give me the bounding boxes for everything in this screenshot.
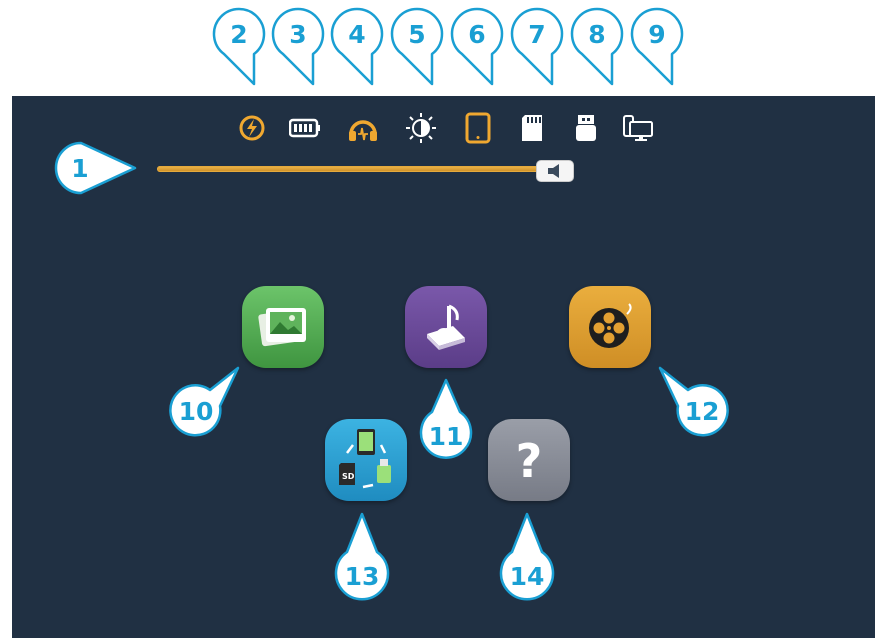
battery-icon bbox=[288, 112, 321, 144]
callout-3-number: 3 bbox=[289, 20, 307, 49]
callout-2: 2 bbox=[210, 4, 266, 86]
callout-3: 3 bbox=[269, 4, 325, 86]
help-app-button[interactable]: ? bbox=[488, 419, 570, 501]
help-icon: ? bbox=[516, 434, 543, 488]
callout-8: 8 bbox=[568, 4, 624, 86]
volume-slider-handle[interactable] bbox=[536, 160, 574, 182]
callout-13: 13 bbox=[332, 512, 392, 604]
film-reel-icon bbox=[589, 303, 632, 348]
file-transfer-icon: SD bbox=[339, 429, 391, 489]
callout-2-number: 2 bbox=[230, 20, 248, 49]
callout-7-number: 7 bbox=[528, 20, 546, 49]
callout-4-number: 4 bbox=[348, 20, 366, 49]
callout-14: 14 bbox=[497, 512, 557, 604]
callout-1: 1 bbox=[51, 141, 151, 196]
video-player-app-button[interactable] bbox=[569, 286, 651, 368]
callout-11-number: 11 bbox=[428, 422, 464, 451]
music-library-app-button[interactable] bbox=[405, 286, 487, 368]
callout-13-number: 13 bbox=[344, 562, 380, 591]
callout-1-number: 1 bbox=[71, 154, 89, 183]
callout-7: 7 bbox=[508, 4, 564, 86]
callout-14-number: 14 bbox=[509, 562, 545, 591]
volume-slider-track[interactable] bbox=[157, 166, 571, 172]
callout-9-number: 9 bbox=[648, 20, 666, 49]
speaker-icon bbox=[548, 164, 559, 178]
callout-8-number: 8 bbox=[588, 20, 606, 49]
callout-10: 10 bbox=[166, 366, 246, 438]
callout-9: 9 bbox=[628, 4, 684, 86]
sd-card-icon bbox=[516, 112, 548, 144]
charging-icon bbox=[236, 112, 268, 144]
file-transfer-app-button[interactable]: SD bbox=[325, 419, 407, 501]
svg-text:?: ? bbox=[516, 434, 543, 488]
photo-gallery-app-button[interactable] bbox=[242, 286, 324, 368]
callout-4: 4 bbox=[328, 4, 384, 86]
callout-5-number: 5 bbox=[408, 20, 426, 49]
brightness-icon bbox=[405, 112, 437, 144]
headphones-icon bbox=[347, 112, 379, 144]
callout-10-number: 10 bbox=[178, 397, 214, 426]
callout-6: 6 bbox=[448, 4, 504, 86]
usb-drive-icon bbox=[570, 112, 602, 144]
display-output-icon bbox=[622, 112, 654, 144]
callout-11: 11 bbox=[418, 378, 474, 464]
callout-12-number: 12 bbox=[684, 397, 720, 426]
svg-text:SD: SD bbox=[342, 472, 355, 481]
callout-6-number: 6 bbox=[468, 20, 486, 49]
music-book-icon bbox=[427, 304, 465, 350]
photo-gallery-icon bbox=[258, 308, 306, 347]
callout-12: 12 bbox=[652, 366, 732, 438]
callout-5: 5 bbox=[388, 4, 444, 86]
tablet-icon bbox=[462, 112, 494, 144]
